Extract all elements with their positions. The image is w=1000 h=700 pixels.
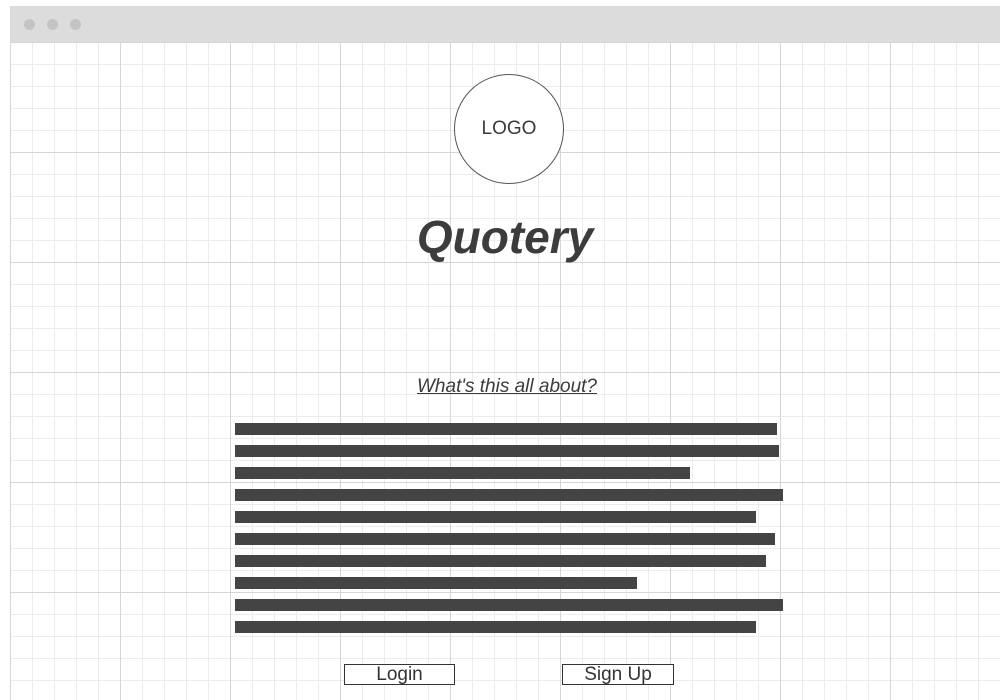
wireframe-canvas: LOGO Quotery What's this all about? Logi… (10, 42, 1000, 700)
text-placeholder-line (235, 423, 777, 435)
text-placeholder-line (235, 511, 756, 523)
text-placeholder-line (235, 489, 783, 501)
window-titlebar (10, 6, 1000, 42)
window-maximize-dot[interactable] (70, 19, 81, 30)
logo-placeholder: LOGO (454, 74, 564, 184)
text-placeholder-line (235, 533, 775, 545)
text-placeholder-line (235, 555, 766, 567)
description-text-placeholder (235, 423, 795, 643)
logo-label: LOGO (481, 118, 537, 139)
window-close-dot[interactable] (24, 19, 35, 30)
login-button[interactable]: Login (344, 664, 455, 685)
text-placeholder-line (235, 621, 756, 633)
page-title: Quotery (416, 211, 594, 263)
text-placeholder-line (235, 445, 779, 457)
window-minimize-dot[interactable] (47, 19, 58, 30)
browser-window: LOGO Quotery What's this all about? Logi… (10, 6, 1000, 700)
text-placeholder-line (235, 599, 783, 611)
text-placeholder-line (235, 577, 637, 589)
signup-button[interactable]: Sign Up (562, 664, 674, 685)
text-placeholder-line (235, 467, 690, 479)
about-link[interactable]: What's this all about? (10, 376, 1000, 398)
